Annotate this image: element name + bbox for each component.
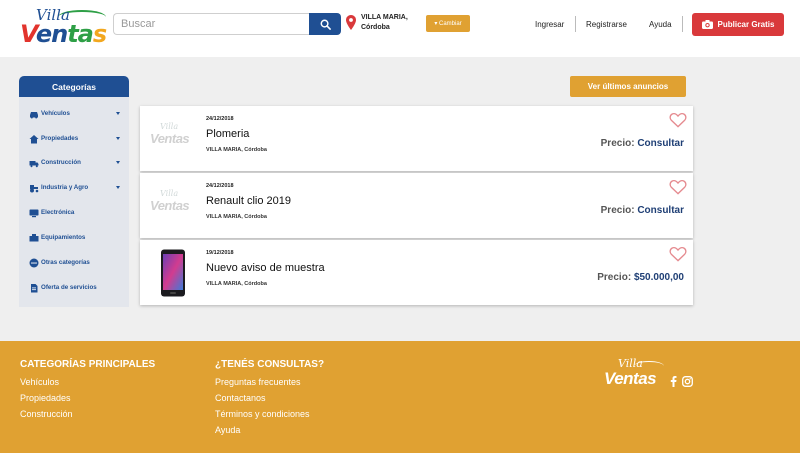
listing-card[interactable]: 19/12/2018 Nuevo aviso de muestra VILLA … bbox=[140, 240, 693, 305]
map-pin-icon bbox=[346, 15, 356, 30]
placeholder-logo: Villa Ventas bbox=[150, 122, 190, 146]
listing-card[interactable]: Villa Ventas 24/12/2018 Renault clio 2019… bbox=[140, 173, 693, 238]
search-icon bbox=[320, 19, 331, 30]
chevron-down-icon bbox=[116, 112, 120, 115]
category-label: Vehículos bbox=[41, 110, 70, 117]
house-icon bbox=[29, 135, 39, 144]
site-header: Villa Ventas VILLA MARIA, Córdoba ▾ Camb… bbox=[0, 0, 800, 57]
tractor-icon bbox=[30, 185, 39, 193]
listing-title[interactable]: Renault clio 2019 bbox=[206, 195, 291, 207]
category-equipamientos[interactable]: Equipamientos bbox=[19, 230, 129, 246]
listing-price: Precio: Consultar bbox=[600, 205, 684, 216]
category-otras[interactable]: Otras categorías bbox=[19, 255, 129, 271]
listing-date: 24/12/2018 bbox=[206, 183, 234, 189]
footer-link[interactable]: Vehículos bbox=[20, 377, 155, 387]
listing-thumbnail[interactable]: Villa Ventas bbox=[148, 181, 198, 231]
equipment-icon bbox=[29, 234, 39, 242]
footer-logo[interactable]: Villa Ventas bbox=[604, 357, 674, 397]
category-label: Propiedades bbox=[41, 135, 79, 142]
category-construccion[interactable]: Construcción bbox=[19, 155, 129, 171]
footer-link[interactable]: Contactanos bbox=[215, 393, 324, 403]
category-label: Oferta de servicios bbox=[41, 284, 97, 291]
nav-divider bbox=[575, 16, 576, 32]
site-logo[interactable]: Villa Ventas bbox=[18, 6, 107, 52]
camera-icon bbox=[701, 20, 713, 29]
tv-icon bbox=[29, 209, 39, 218]
listing-title[interactable]: Nuevo aviso de muestra bbox=[206, 262, 325, 274]
footer-link[interactable]: Propiedades bbox=[20, 393, 155, 403]
listing-date: 19/12/2018 bbox=[206, 250, 234, 256]
nav-divider bbox=[682, 16, 683, 32]
location-city: VILLA MARIA, bbox=[361, 14, 408, 21]
location-selector[interactable]: VILLA MARIA, Córdoba bbox=[346, 14, 426, 36]
search-input[interactable] bbox=[113, 13, 309, 35]
instagram-icon[interactable] bbox=[682, 376, 693, 387]
listing-location: VILLA MARIA, Córdoba bbox=[206, 147, 267, 153]
footer-link[interactable]: Ayuda bbox=[215, 425, 324, 435]
location-province: Córdoba bbox=[361, 24, 390, 31]
car-icon bbox=[30, 112, 38, 119]
category-vehiculos[interactable]: Vehículos bbox=[19, 106, 129, 122]
category-electronica[interactable]: Electrónica bbox=[19, 205, 129, 221]
listing-price: Precio: $50.000,00 bbox=[597, 272, 684, 283]
listing-thumbnail[interactable]: Villa Ventas bbox=[148, 114, 198, 164]
footer-heading: CATEGORÍAS PRINCIPALES bbox=[20, 359, 156, 370]
categories-list: Vehículos Propiedades Construcción Indus… bbox=[19, 97, 129, 307]
heart-icon[interactable] bbox=[669, 112, 687, 128]
category-label: Otras categorías bbox=[41, 259, 90, 266]
footer-link[interactable]: Preguntas frecuentes bbox=[215, 377, 324, 387]
category-servicios[interactable]: Oferta de servicios bbox=[19, 280, 129, 296]
category-label: Construcción bbox=[41, 159, 81, 166]
publish-button[interactable]: Publicar Gratis bbox=[692, 13, 784, 36]
site-footer: CATEGORÍAS PRINCIPALES Vehículos Propied… bbox=[0, 341, 800, 453]
placeholder-logo: Villa Ventas bbox=[150, 189, 190, 213]
category-label: Electrónica bbox=[41, 209, 75, 216]
publish-button-label: Publicar Gratis bbox=[717, 20, 775, 29]
latest-ads-button[interactable]: Ver últimos anuncios bbox=[570, 76, 686, 97]
search-bar bbox=[113, 13, 341, 35]
listing-thumbnail[interactable] bbox=[148, 248, 198, 298]
register-link[interactable]: Registrarse bbox=[586, 0, 627, 48]
search-button[interactable] bbox=[309, 13, 341, 35]
heart-icon[interactable] bbox=[669, 246, 687, 262]
facebook-icon[interactable] bbox=[670, 376, 677, 387]
footer-categories: CATEGORÍAS PRINCIPALES Vehículos Propied… bbox=[20, 359, 155, 425]
listing-title[interactable]: Plomeria bbox=[206, 128, 249, 140]
footer-link[interactable]: Términos y condiciones bbox=[215, 409, 324, 419]
listing-date: 24/12/2018 bbox=[206, 116, 234, 122]
category-label: Equipamientos bbox=[41, 234, 86, 241]
categories-title: Categorías bbox=[19, 76, 129, 97]
chevron-down-icon bbox=[116, 137, 120, 140]
heart-icon[interactable] bbox=[669, 179, 687, 195]
truck-icon bbox=[29, 161, 39, 168]
footer-help: ¿TENÉS CONSULTAS? Preguntas frecuentes C… bbox=[215, 359, 324, 441]
chevron-down-icon bbox=[116, 186, 120, 189]
phone-photo bbox=[161, 249, 185, 297]
category-label: Industria y Agro bbox=[41, 184, 89, 191]
category-propiedades[interactable]: Propiedades bbox=[19, 131, 129, 147]
login-link[interactable]: Ingresar bbox=[535, 0, 564, 48]
footer-heading: ¿TENÉS CONSULTAS? bbox=[215, 359, 325, 370]
footer-logo-bottom: Ventas bbox=[604, 369, 657, 388]
listing-location: VILLA MARIA, Córdoba bbox=[206, 214, 267, 220]
listing-location: VILLA MARIA, Córdoba bbox=[206, 281, 267, 287]
category-industria-agro[interactable]: Industria y Agro bbox=[19, 180, 129, 196]
footer-link[interactable]: Construcción bbox=[20, 409, 155, 419]
logo-bottom-text: Ventas bbox=[20, 20, 107, 48]
services-icon bbox=[31, 284, 38, 293]
listing-card[interactable]: Villa Ventas 24/12/2018 Plomeria VILLA MA… bbox=[140, 106, 693, 171]
help-link[interactable]: Ayuda bbox=[649, 0, 672, 48]
change-location-button[interactable]: ▾ Cambiar bbox=[426, 15, 470, 32]
dots-icon bbox=[29, 258, 39, 268]
listing-price: Precio: Consultar bbox=[600, 138, 684, 149]
social-links bbox=[670, 376, 693, 387]
chevron-down-icon bbox=[116, 161, 120, 164]
